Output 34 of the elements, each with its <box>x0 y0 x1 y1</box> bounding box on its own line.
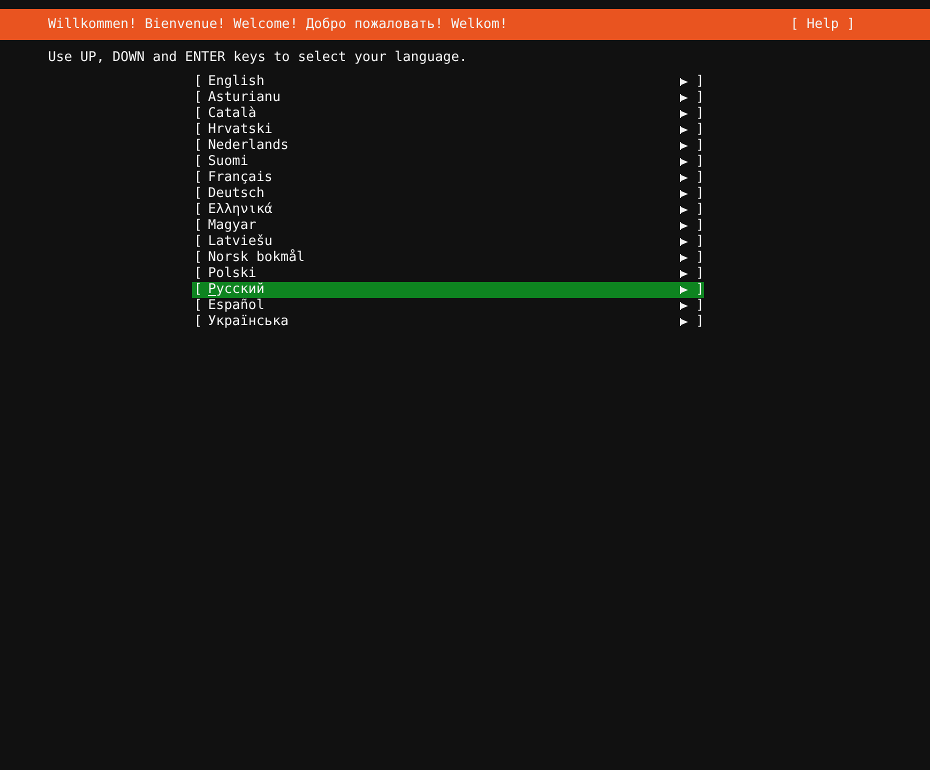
language-option[interactable]: [ Français ] <box>192 170 704 186</box>
arrow-icon <box>680 317 688 327</box>
arrow-icon <box>680 221 688 231</box>
language-option[interactable]: [ Hrvatski ] <box>192 122 704 138</box>
arrow-icon <box>680 141 688 151</box>
language-option[interactable]: [ Latviešu ] <box>192 234 704 250</box>
language-option[interactable]: [ Català ] <box>192 106 704 122</box>
language-option[interactable]: [ Українська ] <box>192 314 704 330</box>
arrow-icon <box>680 189 688 199</box>
language-option[interactable]: [ Norsk bokmål ] <box>192 250 704 266</box>
language-option[interactable]: [ Polski ] <box>192 266 704 282</box>
language-option[interactable]: [ Asturianu ] <box>192 90 704 106</box>
language-option[interactable]: [ English ] <box>192 74 704 90</box>
header-title: Willkommen! Bienvenue! Welcome! Добро пожаловать! Welkom! <box>48 16 508 32</box>
arrow-icon <box>680 269 688 279</box>
arrow-icon <box>680 93 688 103</box>
language-option[interactable]: [ Español ] <box>192 298 704 314</box>
arrow-icon <box>680 125 688 135</box>
instruction-text: Use UP, DOWN and ENTER keys to select your language. <box>48 50 468 65</box>
arrow-icon <box>680 109 688 119</box>
arrow-icon <box>680 77 688 87</box>
arrow-icon <box>680 285 688 295</box>
arrow-icon <box>680 253 688 263</box>
language-option[interactable]: [ Magyar ] <box>192 218 704 234</box>
language-option[interactable]: [ Русский ] <box>192 282 704 298</box>
language-option[interactable]: [ Suomi ] <box>192 154 704 170</box>
arrow-icon <box>680 173 688 183</box>
arrow-icon <box>680 237 688 247</box>
language-option[interactable]: [ Nederlands ] <box>192 138 704 154</box>
language-option[interactable]: [ Ελληνικά ] <box>192 202 704 218</box>
arrow-icon <box>680 157 688 167</box>
arrow-icon <box>680 205 688 215</box>
arrow-icon <box>680 301 688 311</box>
language-option[interactable]: [ Deutsch ] <box>192 186 704 202</box>
